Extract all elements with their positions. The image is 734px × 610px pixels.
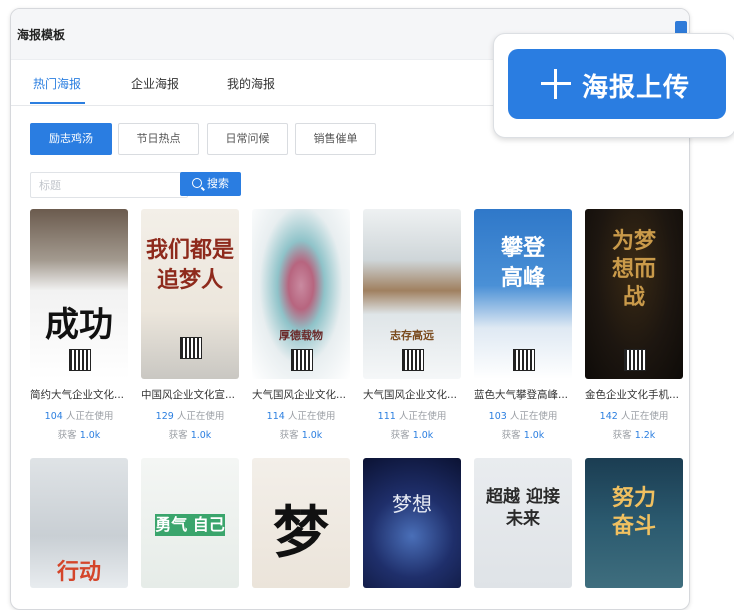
qr-code bbox=[624, 349, 646, 371]
template-thumbnail[interactable]: 厚德载物 bbox=[252, 209, 350, 379]
qr-code bbox=[180, 337, 202, 359]
qr-code bbox=[402, 349, 424, 371]
search-button[interactable]: 搜索 bbox=[180, 172, 241, 196]
poster-headline: 成功 bbox=[45, 305, 113, 345]
upload-button-label: 海报上传 bbox=[582, 73, 691, 103]
poster-headline: 行动 bbox=[56, 559, 101, 585]
poster-headline: 为梦想而战 bbox=[611, 228, 656, 310]
plus-icon bbox=[541, 69, 571, 99]
filter-sales-urge[interactable]: 销售催单 bbox=[295, 123, 376, 155]
template-thumbnail[interactable]: 攀登高峰 bbox=[474, 209, 572, 379]
usage-count: 142 人正在使用 bbox=[599, 411, 669, 422]
template-thumbnail[interactable]: 行动 bbox=[30, 458, 128, 588]
template-thumbnail[interactable]: 勇气 自己 bbox=[141, 458, 239, 588]
poster-headline: 梦 bbox=[273, 500, 329, 566]
template-thumbnail[interactable]: 我们都是追梦人 bbox=[141, 209, 239, 379]
usage-count: 104 人正在使用 bbox=[44, 411, 114, 422]
customer-count: 获客 1.0k bbox=[57, 430, 101, 441]
title-search-input[interactable] bbox=[30, 172, 188, 198]
usage-count: 114 人正在使用 bbox=[266, 411, 336, 422]
tab-company-posters[interactable]: 企业海报 bbox=[131, 75, 179, 92]
usage-count: 103 人正在使用 bbox=[488, 411, 558, 422]
panel-title: 海报模板 bbox=[17, 28, 66, 42]
template-name: 大气国风企业文化... bbox=[363, 389, 458, 401]
template-thumbnail[interactable]: 梦 bbox=[252, 458, 350, 588]
poster-headline: 努力奋斗 bbox=[611, 485, 656, 539]
customer-count: 获客 1.2k bbox=[612, 430, 656, 441]
template-thumbnail[interactable]: 梦想 bbox=[363, 458, 461, 588]
filter-daily-greeting[interactable]: 日常问候 bbox=[207, 123, 288, 155]
template-name: 简约大气企业文化... bbox=[30, 389, 125, 401]
tab-my-posters[interactable]: 我的海报 bbox=[227, 75, 275, 92]
qr-code bbox=[513, 349, 535, 371]
filter-motivational[interactable]: 励志鸡汤 bbox=[30, 123, 112, 155]
customer-count: 获客 1.0k bbox=[279, 430, 323, 441]
poster-headline: 厚德载物 bbox=[279, 329, 323, 342]
search-button-label: 搜索 bbox=[207, 177, 229, 190]
poster-headline: 攀登高峰 bbox=[500, 235, 545, 291]
active-tab-indicator bbox=[30, 102, 85, 104]
template-name: 蓝色大气攀登高峰... bbox=[474, 389, 569, 401]
customer-count: 获客 1.0k bbox=[501, 430, 545, 441]
poster-headline: 梦想 bbox=[392, 492, 432, 516]
qr-code bbox=[69, 349, 91, 371]
poster-headline: 勇气 自己 bbox=[155, 514, 225, 536]
customer-count: 获客 1.0k bbox=[168, 430, 212, 441]
upload-callout: 海报上传 bbox=[493, 33, 734, 138]
poster-headline: 志存高远 bbox=[390, 329, 434, 342]
template-name: 金色企业文化手机... bbox=[585, 389, 680, 401]
template-thumbnail[interactable]: 志存高远 bbox=[363, 209, 461, 379]
search-icon bbox=[192, 178, 202, 188]
qr-code bbox=[291, 349, 313, 371]
template-thumbnail[interactable]: 努力奋斗 bbox=[585, 458, 683, 588]
template-thumbnail[interactable]: 成功 bbox=[30, 209, 128, 379]
usage-count: 111 人正在使用 bbox=[377, 411, 447, 422]
template-name: 中国风企业文化宣... bbox=[141, 389, 236, 401]
filter-holiday[interactable]: 节日热点 bbox=[118, 123, 199, 155]
usage-count: 129 人正在使用 bbox=[155, 411, 225, 422]
customer-count: 获客 1.0k bbox=[390, 430, 434, 441]
tab-hot-posters[interactable]: 热门海报 bbox=[33, 75, 81, 92]
poster-headline: 我们都是追梦人 bbox=[145, 237, 234, 293]
template-name: 大气国风企业文化... bbox=[252, 389, 347, 401]
template-thumbnail[interactable]: 为梦想而战 bbox=[585, 209, 683, 379]
upload-poster-button[interactable]: 海报上传 bbox=[508, 49, 726, 119]
template-thumbnail[interactable]: 超越 迎接未来 bbox=[474, 458, 572, 588]
poster-headline: 超越 迎接未来 bbox=[486, 487, 560, 529]
